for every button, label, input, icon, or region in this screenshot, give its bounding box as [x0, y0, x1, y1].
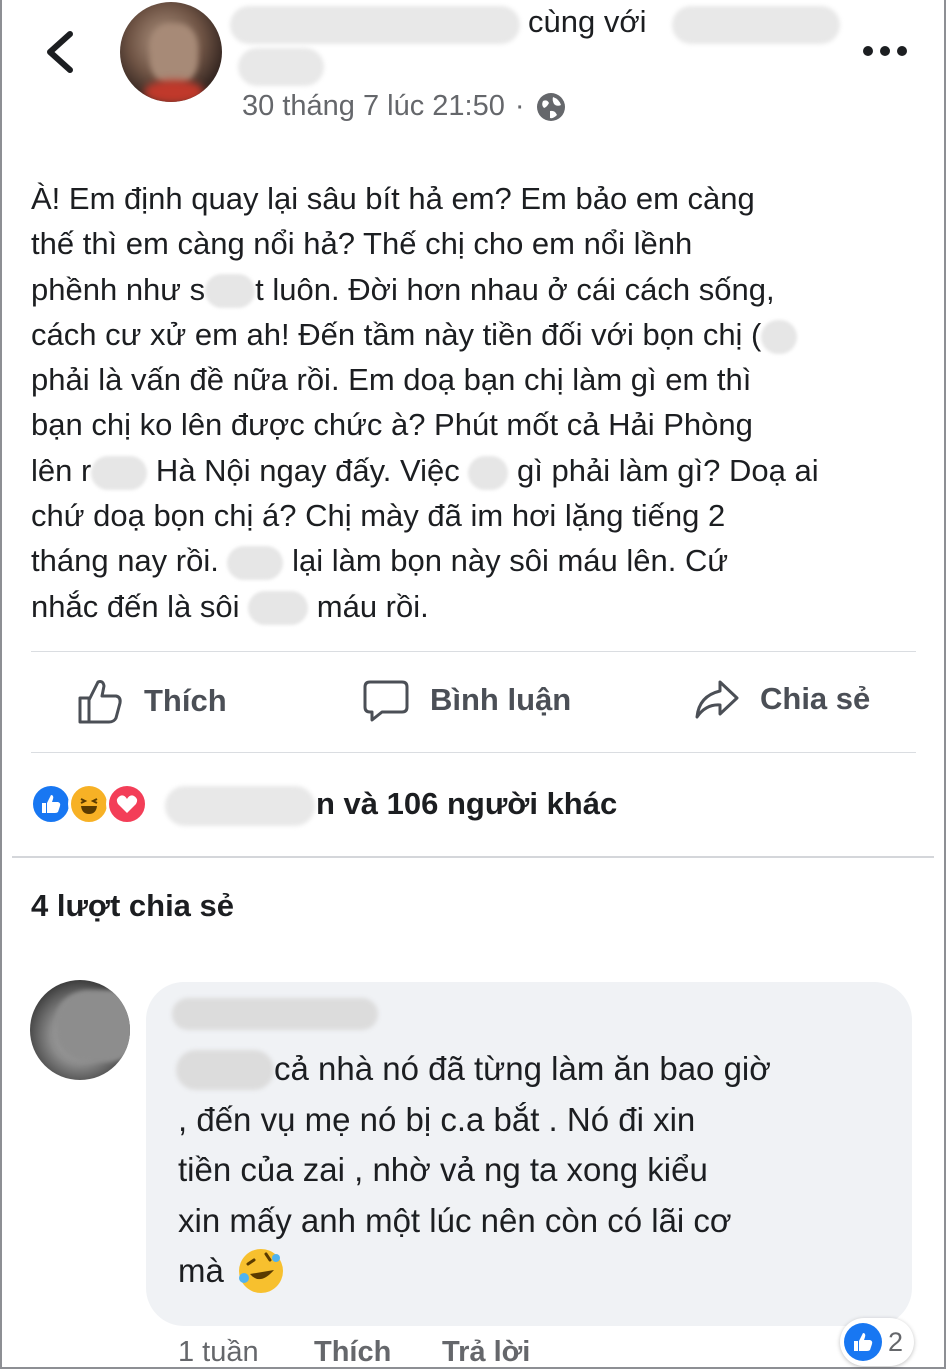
redacted-word	[227, 546, 284, 581]
more-horizontal-icon[interactable]	[862, 42, 908, 60]
comment-line: xin mấy anh một lúc nên còn có lãi cơ	[178, 1201, 732, 1239]
commenter-avatar[interactable]	[30, 980, 130, 1080]
post-line: thế thì em càng nổi hả? Thế chị cho em n…	[31, 226, 693, 262]
post-meta: 30 tháng 7 lúc 21:50 ·	[242, 90, 567, 123]
comment-icon	[363, 680, 409, 722]
post-line: chứ doạ bọn chị á? Chị mày đã im hơi lặn…	[31, 498, 726, 534]
comment-text: cả nhà nó đã từng làm ăn bao giờ , đến v…	[178, 1044, 898, 1297]
like-button[interactable]: Thích	[76, 676, 227, 726]
comment-like-link[interactable]: Thích	[314, 1336, 391, 1369]
post-line: tháng nay rồi. lại làm bọn này sôi máu l…	[31, 543, 729, 581]
like-reaction-icon	[844, 1323, 882, 1361]
redacted-word	[205, 274, 256, 309]
divider	[31, 651, 916, 652]
with-label: cùng với	[528, 4, 647, 39]
comment-reply-link[interactable]: Trả lời	[442, 1336, 530, 1369]
meta-separator: ·	[514, 90, 525, 122]
redacted-word	[248, 591, 309, 626]
post-text: À! Em định quay lại sâu bít hả em? Em bả…	[31, 176, 921, 629]
post-line: À! Em định quay lại sâu bít hả em? Em bả…	[31, 181, 755, 216]
tagged-name-redacted[interactable]	[672, 6, 840, 44]
comment-label: Bình luận	[430, 682, 572, 717]
share-label: Chia sẻ	[760, 681, 871, 716]
post-line: lên r Hà Nội ngay đấy. Việc gì phải làm …	[31, 452, 819, 490]
post-line: bạn chị ko lên được chức à? Phút mốt cả …	[31, 407, 753, 443]
author-avatar[interactable]	[120, 2, 222, 102]
like-label: Thích	[144, 683, 227, 718]
comment-line: , đến vụ mẹ nó bị c.a bắt . Nó đi xin	[178, 1100, 696, 1138]
post-timestamp[interactable]: 30 tháng 7 lúc 21:50	[242, 90, 505, 123]
share-button[interactable]: Chia sẻ	[694, 676, 870, 722]
comment-reaction-badge[interactable]: 2	[840, 1318, 914, 1366]
thumbs-up-icon	[78, 680, 122, 724]
love-reaction-icon	[106, 783, 148, 825]
share-icon	[695, 680, 739, 719]
section-divider	[12, 856, 934, 858]
haha-reaction-icon	[68, 783, 110, 825]
reactor-name-redacted[interactable]	[165, 786, 315, 826]
post-line: nhắc đến là sôi máu rồi.	[31, 588, 429, 626]
post-line: phềnh như st luôn. Đời hơn nhau ở cái cá…	[31, 271, 775, 309]
post-line: phải là vấn đề nữa rồi. Em doạ bạn chị l…	[31, 362, 752, 398]
rolling-on-floor-laughing-emoji	[238, 1249, 283, 1294]
comment-like-count: 2	[888, 1326, 904, 1357]
author-name-redacted[interactable]	[230, 6, 520, 44]
comment-line: cả nhà nó đã từng làm ăn bao giờ	[274, 1050, 771, 1087]
globe-icon	[536, 92, 565, 121]
author-name-redacted-2	[238, 48, 324, 86]
comment-time[interactable]: 1 tuần	[178, 1336, 259, 1369]
reactions-summary[interactable]: n và 106 người khác	[316, 786, 617, 822]
shares-count[interactable]: 4 lượt chia sẻ	[31, 888, 234, 924]
comment-line: mà	[178, 1246, 898, 1297]
redacted-word	[761, 319, 798, 354]
chevron-left-icon[interactable]	[38, 28, 82, 76]
reactions-icons[interactable]	[30, 783, 148, 825]
redacted-word	[468, 455, 509, 490]
comment-button[interactable]: Bình luận	[362, 676, 571, 724]
comment-line: tiền của zai , nhờ vả ng ta xong kiểu	[178, 1151, 708, 1188]
post-line: cách cư xử em ah! Đến tầm này tiền đối v…	[31, 312, 921, 357]
divider	[31, 752, 916, 753]
like-reaction-icon	[30, 783, 72, 825]
redacted-word	[91, 455, 148, 490]
commenter-name-redacted[interactable]	[172, 998, 378, 1030]
